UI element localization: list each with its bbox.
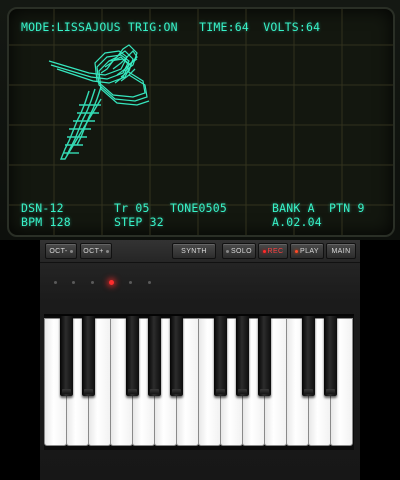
step-readout: STEP 32 (114, 215, 164, 229)
step-led (91, 281, 94, 284)
tone-readout: TONE0505 (170, 201, 227, 215)
black-key[interactable] (324, 316, 337, 396)
track-readout: Tr 05 (114, 201, 150, 215)
version-readout: A.02.04 (272, 215, 322, 229)
record-button[interactable]: REC (258, 243, 288, 259)
black-key[interactable] (236, 316, 249, 396)
control-panel: OCT- OCT+ SYNTH SOLO REC PLAY MAIN (0, 240, 400, 480)
scope-status-line: MODE:LISSAJOUS TRIG:ON TIME:64 VOLTS:64 (21, 20, 321, 34)
play-indicator (295, 249, 298, 253)
octave-down-label: OCT- (49, 247, 68, 255)
device-name: DSN-12 (21, 201, 64, 215)
octave-up-button[interactable]: OCT+ (80, 243, 112, 259)
step-led (129, 281, 132, 284)
black-key[interactable] (302, 316, 315, 396)
black-key[interactable] (126, 316, 139, 396)
synth-label: SYNTH (181, 247, 207, 255)
main-label: MAIN (331, 247, 351, 255)
black-key[interactable] (60, 316, 73, 396)
solo-indicator (225, 249, 229, 253)
scope-display: MODE:LISSAJOUS TRIG:ON TIME:64 VOLTS:64 … (7, 7, 395, 237)
toolbar: OCT- OCT+ SYNTH SOLO REC PLAY MAIN (40, 240, 360, 263)
octave-up-indicator (105, 249, 109, 253)
black-key[interactable] (214, 316, 227, 396)
record-indicator (262, 249, 266, 253)
black-key[interactable] (170, 316, 183, 396)
step-led-active (109, 280, 114, 285)
solo-label: SOLO (230, 247, 253, 255)
bpm-readout: BPM 128 (21, 215, 71, 229)
sequencer-leds (40, 274, 360, 292)
record-label: REC (267, 247, 284, 255)
bank-pattern-readout: BANK A PTN 9 (272, 201, 365, 215)
octave-down-indicator (69, 249, 73, 253)
synth-button[interactable]: SYNTH (172, 243, 216, 259)
step-led (54, 281, 57, 284)
piano-keyboard (44, 314, 354, 450)
solo-button[interactable]: SOLO (222, 243, 256, 259)
oscilloscope-screen: MODE:LISSAJOUS TRIG:ON TIME:64 VOLTS:64 … (0, 0, 400, 240)
play-button[interactable]: PLAY (290, 243, 324, 259)
black-key[interactable] (148, 316, 161, 396)
black-key[interactable] (82, 316, 95, 396)
main-button[interactable]: MAIN (326, 243, 356, 259)
black-key[interactable] (258, 316, 271, 396)
octave-up-label: OCT+ (83, 247, 104, 255)
step-led (148, 281, 151, 284)
play-label: PLAY (300, 247, 319, 255)
step-led (72, 281, 75, 284)
octave-down-button[interactable]: OCT- (45, 243, 77, 259)
